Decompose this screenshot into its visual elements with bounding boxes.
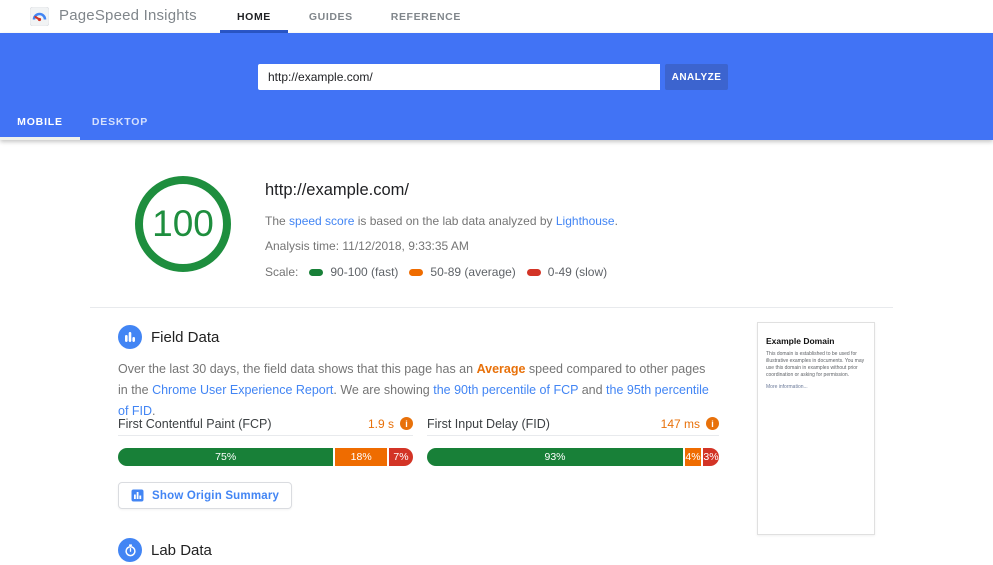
metric-header: First Input Delay (FID) 147 ms i (427, 412, 719, 436)
field-data-header: Field Data (118, 325, 219, 349)
metric-0: First Contentful Paint (FCP) 1.9 s i 75%18%… (118, 412, 413, 466)
nav-tab-home[interactable]: HOME (218, 0, 290, 33)
nav-tab-reference[interactable]: REFERENCE (372, 0, 480, 33)
bar-segment: 4% (685, 448, 701, 466)
scale-items: 90-100 (fast) 50-89 (average) 0-49 (slow) (298, 265, 607, 279)
scale-pill-icon (409, 269, 423, 276)
field-desc-text: . We are showing (333, 383, 433, 397)
lab-data-title: Lab Data (151, 542, 212, 559)
device-tabs: MOBILEDESKTOP (0, 104, 160, 140)
pagespeed-insights-page: PageSpeed Insights HOMEGUIDESREFERENCE A… (0, 0, 993, 565)
scale-item-2: 0-49 (slow) (527, 265, 607, 279)
lab-data-header: Lab Data (118, 538, 212, 562)
metric-header: First Contentful Paint (FCP) 1.9 s i (118, 412, 413, 436)
bar-segment: 75% (118, 448, 333, 466)
url-input[interactable] (258, 64, 660, 90)
analysis-time: Analysis time: 11/12/2018, 9:33:35 AM (265, 239, 618, 253)
bar-segment: 93% (427, 448, 683, 466)
nav-tab-guides[interactable]: GUIDES (290, 0, 372, 33)
field-data-title: Field Data (151, 329, 219, 346)
score-circle: 100 (135, 176, 231, 272)
analyze-button[interactable]: ANALYZE (665, 64, 728, 90)
distribution-bar: 93%4%3% (427, 448, 719, 466)
banner: ANALYZE MOBILEDESKTOP (0, 33, 993, 140)
top-nav: HOMEGUIDESREFERENCE (218, 0, 480, 33)
show-origin-summary-button[interactable]: Show Origin Summary (118, 482, 292, 509)
bar-segment: 3% (703, 448, 719, 466)
field-desc-text: Average (477, 362, 526, 376)
score-desc-link[interactable]: speed score (289, 214, 354, 228)
device-tab-desktop[interactable]: DESKTOP (80, 104, 160, 140)
pagespeed-logo-icon (30, 7, 49, 26)
section-divider (90, 307, 893, 308)
field-desc-link[interactable]: the 90th percentile of FCP (433, 383, 578, 397)
metric-label: First Input Delay (FID) (427, 417, 550, 431)
score-desc-text: is based on the lab data analyzed by (354, 214, 555, 228)
bar-segment: 7% (389, 448, 413, 466)
preview-heading: Example Domain (766, 336, 866, 346)
scale-label: Scale: (265, 265, 298, 279)
scale-item-1: 50-89 (average) (409, 265, 515, 279)
field-desc-link[interactable]: Chrome User Experience Report (152, 383, 333, 397)
metric-value-wrap: 1.9 s i (368, 417, 413, 431)
scale-item-0: 90-100 (fast) (309, 265, 398, 279)
metric-value-wrap: 147 ms i (661, 417, 719, 431)
score-value: 100 (152, 203, 214, 245)
score-description: The speed score is based on the lab data… (265, 214, 618, 228)
lab-data-stopwatch-icon (118, 538, 142, 562)
url-search-row: ANALYZE (258, 64, 728, 90)
metric-value: 147 ms (661, 417, 700, 431)
score-desc-text: . (615, 214, 618, 228)
scale-pill-icon (309, 269, 323, 276)
top-header: PageSpeed Insights HOMEGUIDESREFERENCE (0, 0, 993, 33)
origin-summary-icon (131, 489, 144, 502)
field-data-chart-icon (118, 325, 142, 349)
field-desc-text: and (578, 383, 606, 397)
score-desc-link[interactable]: Lighthouse (556, 214, 615, 228)
metric-info-icon[interactable]: i (400, 417, 413, 430)
score-info: http://example.com/ The speed score is b… (265, 181, 618, 279)
metric-info-icon[interactable]: i (706, 417, 719, 430)
scale-legend: Scale: 90-100 (fast) 50-89 (average) 0-49 … (265, 265, 618, 279)
scale-item-label: 0-49 (slow) (548, 265, 607, 279)
preview-more-info-link: More information... (766, 384, 866, 390)
scale-item-label: 50-89 (average) (430, 265, 515, 279)
metric-value: 1.9 s (368, 417, 394, 431)
preview-body-text: This domain is established to be used fo… (766, 351, 866, 379)
score-desc-text: The (265, 214, 289, 228)
app-title: PageSpeed Insights (59, 7, 197, 24)
analyzed-url: http://example.com/ (265, 181, 618, 200)
page-preview-thumbnail: Example Domain This domain is establishe… (757, 322, 875, 535)
metric-1: First Input Delay (FID) 147 ms i 93%4%3% (427, 412, 719, 466)
scale-pill-icon (527, 269, 541, 276)
field-data-metrics: First Contentful Paint (FCP) 1.9 s i 75%18%… (118, 412, 719, 466)
field-desc-text: Over the last 30 days, the field data sh… (118, 362, 477, 376)
bar-segment: 18% (335, 448, 387, 466)
distribution-bar: 75%18%7% (118, 448, 413, 466)
scale-item-label: 90-100 (fast) (330, 265, 398, 279)
origin-summary-label: Show Origin Summary (152, 490, 279, 502)
device-tab-mobile[interactable]: MOBILE (0, 104, 80, 140)
metric-label: First Contentful Paint (FCP) (118, 417, 272, 431)
